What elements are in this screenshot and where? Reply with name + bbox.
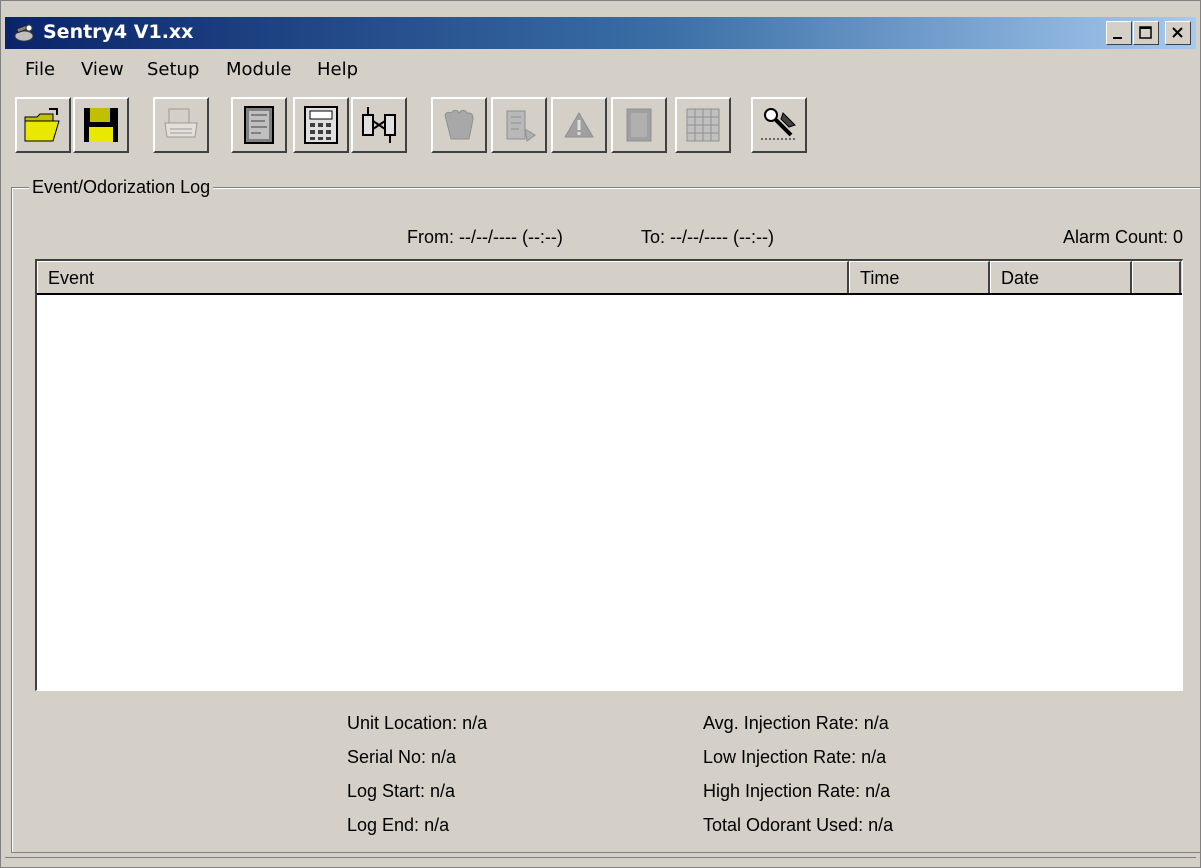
print-button[interactable] xyxy=(153,97,209,153)
menu-view[interactable]: View xyxy=(81,59,124,80)
menu-help[interactable]: Help xyxy=(317,59,358,80)
title-bar[interactable]: Sentry4 V1.xx xyxy=(5,17,1196,49)
save-button[interactable] xyxy=(73,97,129,153)
grid-button[interactable] xyxy=(675,97,731,153)
alarm-count-label: Alarm Count: 0 xyxy=(1062,227,1183,247)
alarm-button[interactable] xyxy=(551,97,607,153)
menu-bar: File View Setup Module Help xyxy=(5,51,1196,89)
connect-plug-icon xyxy=(362,107,396,143)
memory-card-icon xyxy=(626,108,652,142)
event-list[interactable]: Event Time Date xyxy=(35,259,1183,691)
minimize-button[interactable] xyxy=(1106,21,1132,45)
memory-button[interactable] xyxy=(611,97,667,153)
printer-icon xyxy=(164,108,198,138)
low-injection-rate: Low Injection Rate: n/a xyxy=(703,747,887,767)
document-button[interactable] xyxy=(231,97,287,153)
save-disk-icon xyxy=(84,108,118,142)
menu-setup[interactable]: Setup xyxy=(147,59,199,80)
menu-file[interactable]: File xyxy=(25,59,55,80)
avg-injection-rate: Avg. Injection Rate: n/a xyxy=(703,713,889,733)
column-header-date[interactable]: Date xyxy=(990,261,1132,293)
serial-no: Serial No: n/a xyxy=(347,747,457,767)
open-folder-icon xyxy=(24,108,60,142)
document-icon xyxy=(244,106,274,144)
unit-location: Unit Location: n/a xyxy=(347,713,488,733)
menu-module[interactable]: Module xyxy=(226,59,291,80)
column-header-event[interactable]: Event xyxy=(37,261,849,293)
status-bar xyxy=(5,857,1196,866)
chart-doc-icon xyxy=(506,110,536,142)
calculator-icon xyxy=(304,106,338,144)
hand-icon xyxy=(444,109,474,140)
grid-icon xyxy=(686,108,720,142)
log-end: Log End: n/a xyxy=(347,815,450,835)
tools-icon xyxy=(761,108,797,140)
from-range-label: From: --/--/---- (--:--) xyxy=(407,227,563,247)
report-button[interactable] xyxy=(491,97,547,153)
list-header: Event Time Date xyxy=(37,261,1182,295)
open-button[interactable] xyxy=(15,97,71,153)
high-injection-rate: High Injection Rate: n/a xyxy=(703,781,891,801)
close-button[interactable] xyxy=(1165,21,1191,45)
app-icon xyxy=(13,23,35,43)
event-log-title: Event/Odorization Log xyxy=(29,177,214,198)
column-header-time[interactable]: Time xyxy=(849,261,990,293)
connect-button[interactable] xyxy=(351,97,407,153)
tools-button[interactable] xyxy=(751,97,807,153)
hand-button[interactable] xyxy=(431,97,487,153)
column-header-extra[interactable] xyxy=(1132,261,1181,293)
log-start: Log Start: n/a xyxy=(347,781,456,801)
warning-triangle-icon xyxy=(564,112,594,138)
window-title: Sentry4 V1.xx xyxy=(43,21,194,43)
toolbar xyxy=(5,93,1196,157)
maximize-button[interactable] xyxy=(1133,21,1159,45)
app-window: Sentry4 V1.xx File View Setup Module Hel… xyxy=(0,0,1201,868)
to-range-label: To: --/--/---- (--:--) xyxy=(641,227,774,247)
total-odorant-used: Total Odorant Used: n/a xyxy=(703,815,894,835)
calculator-button[interactable] xyxy=(293,97,349,153)
